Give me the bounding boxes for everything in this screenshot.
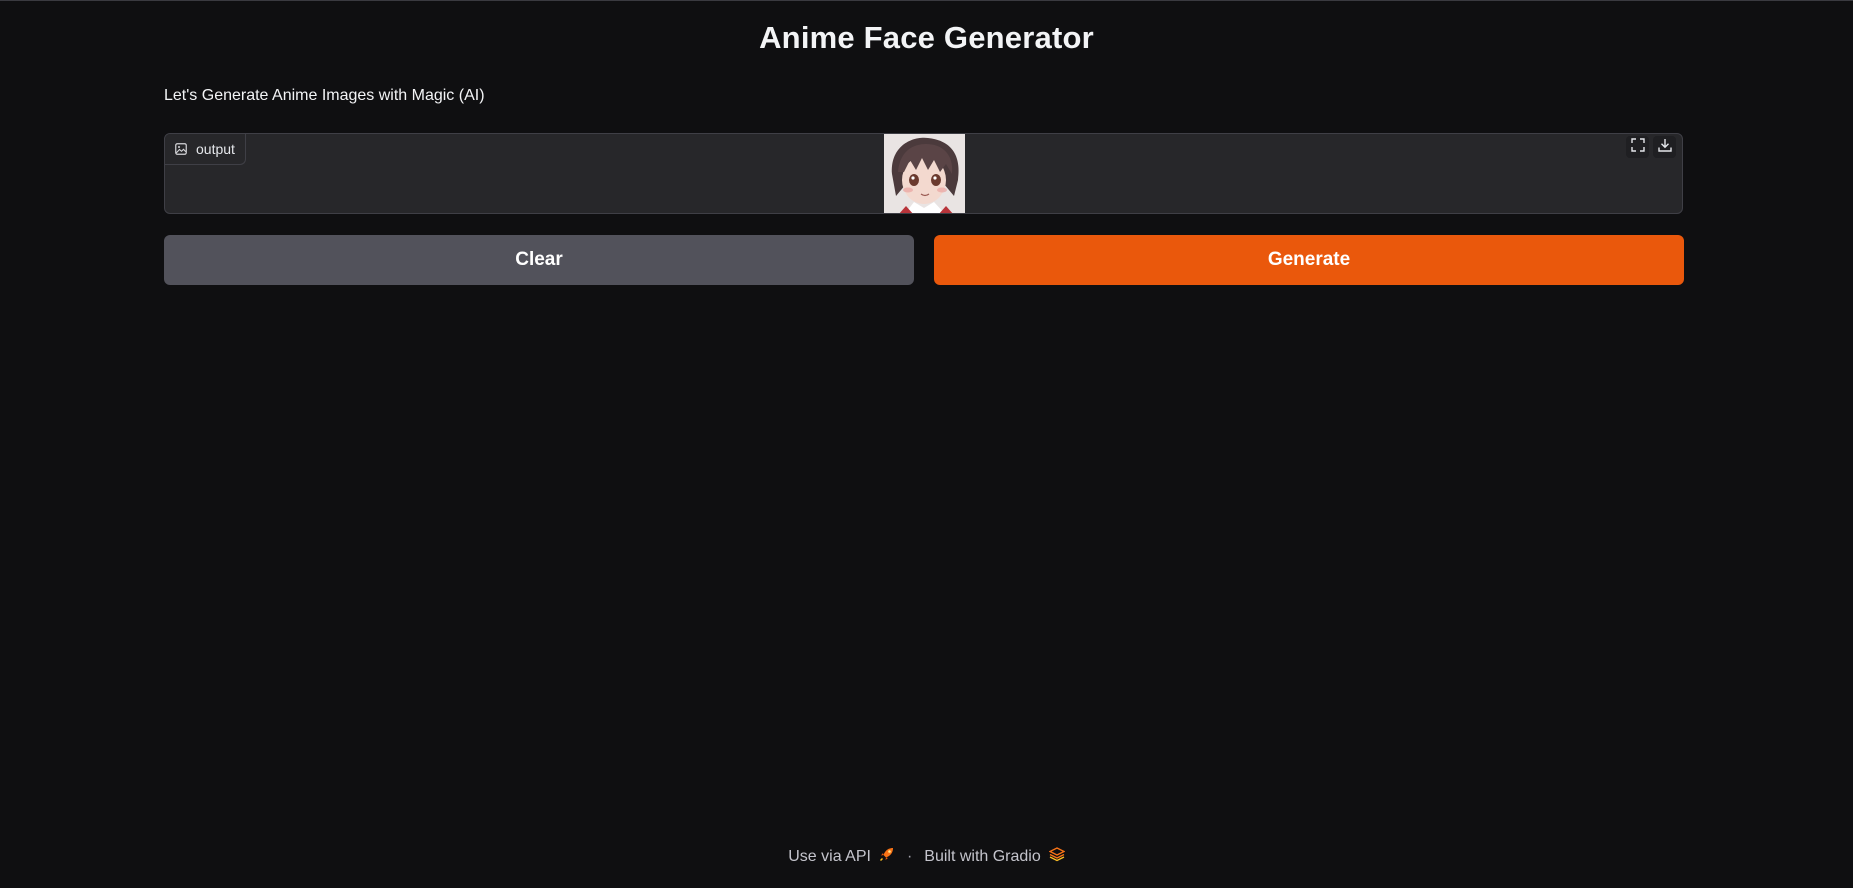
download-icon [1657,138,1672,157]
generate-button[interactable]: Generate [934,235,1684,285]
output-image-panel: output [164,133,1683,214]
built-with-gradio-label: Built with Gradio [924,847,1041,865]
fullscreen-button[interactable] [1626,136,1649,158]
download-button[interactable] [1653,136,1676,158]
rocket-icon [879,846,895,867]
footer-separator: · [906,847,913,865]
image-icon [175,143,187,155]
fullscreen-icon [1630,137,1645,157]
gradio-logo-icon [1048,846,1066,867]
panel-actions [1626,136,1676,158]
use-via-api-label: Use via API [788,847,871,865]
footer: Use via API · Built with Gradio [0,846,1853,867]
output-label-text: output [196,141,235,157]
top-border-line [0,0,1853,1]
generated-anime-image [884,134,965,213]
clear-button[interactable]: Clear [164,235,914,285]
built-with-gradio-link[interactable]: Built with Gradio [924,846,1066,867]
page-description: Let's Generate Anime Images with Magic (… [164,87,485,104]
page-title: Anime Face Generator [759,20,1094,55]
use-via-api-link[interactable]: Use via API [788,846,895,867]
output-label-badge: output [165,134,246,165]
